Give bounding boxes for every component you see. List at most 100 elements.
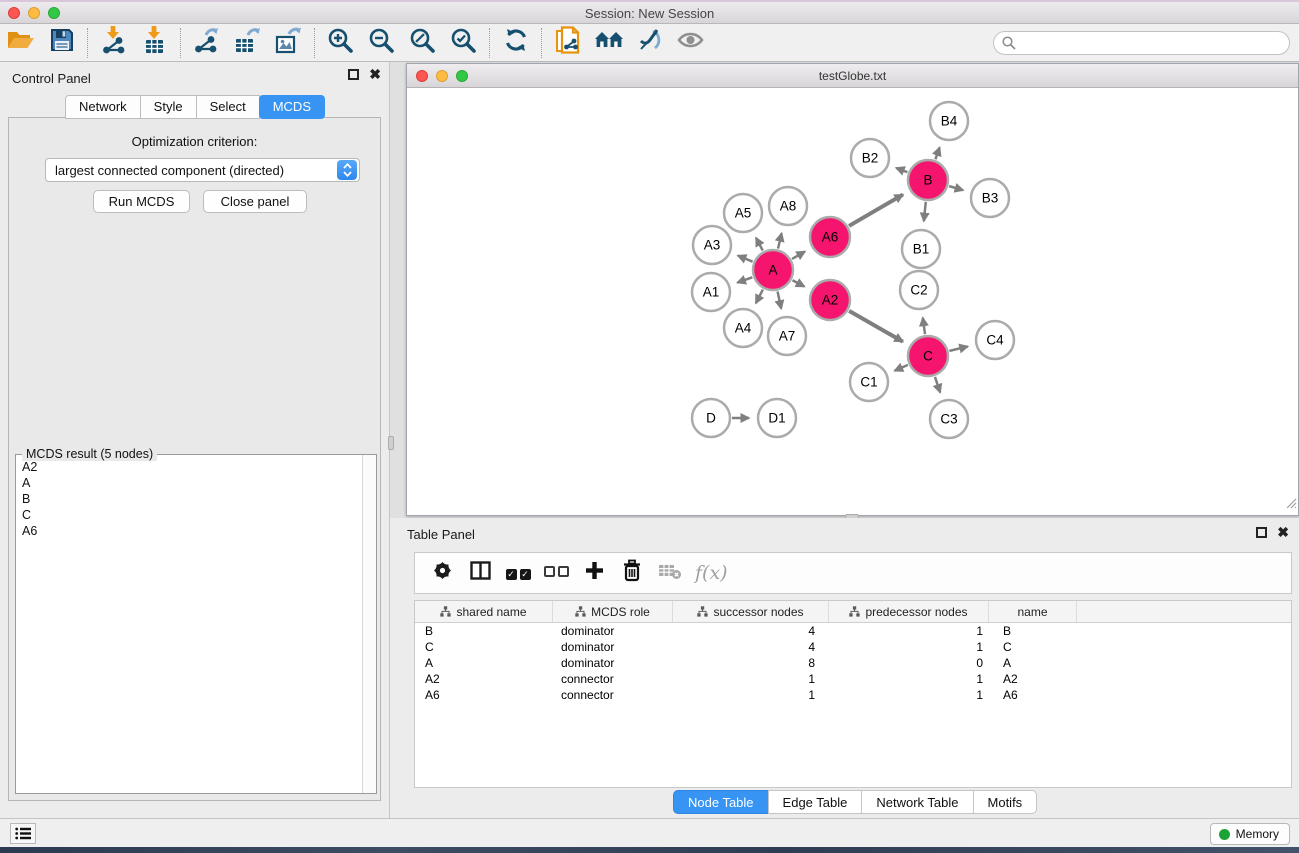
zoom-out-button[interactable] (361, 26, 402, 60)
delete-column-button[interactable] (613, 556, 651, 590)
column-header-mcds-role[interactable]: MCDS role (553, 601, 673, 622)
graph-node-B3[interactable]: B3 (971, 179, 1009, 217)
table-row[interactable]: A6connector11A6 (415, 687, 1291, 703)
hide-selected-button[interactable] (629, 26, 670, 60)
graph-edge-A2-C[interactable] (849, 311, 903, 342)
graph-node-A7[interactable]: A7 (768, 317, 806, 355)
open-session-button[interactable] (0, 26, 41, 60)
graph-edge-A-A7[interactable] (778, 292, 782, 309)
save-session-button[interactable] (41, 26, 82, 60)
graph-node-A8[interactable]: A8 (769, 187, 807, 225)
export-table-button[interactable] (227, 26, 268, 60)
graph-node-B4[interactable]: B4 (930, 102, 968, 140)
tab-select[interactable]: Select (196, 95, 260, 119)
export-image-button[interactable] (268, 26, 309, 60)
graph-node-B1[interactable]: B1 (902, 230, 940, 268)
graph-node-A3[interactable]: A3 (693, 226, 731, 264)
graph-edge-A-A8[interactable] (778, 233, 782, 248)
memory-button[interactable]: Memory (1210, 823, 1290, 845)
table-row[interactable]: A2connector11A2 (415, 671, 1291, 687)
tab-edge-table[interactable]: Edge Table (768, 790, 863, 814)
float-panel-icon[interactable] (348, 69, 359, 80)
table-row[interactable]: Adominator80A (415, 655, 1291, 671)
graph-node-D1[interactable]: D1 (758, 399, 796, 437)
task-history-button[interactable] (10, 823, 36, 844)
column-header-name[interactable]: name (989, 601, 1077, 622)
close-table-panel-icon[interactable]: ✖ (1277, 527, 1289, 538)
graph-edge-A-A6[interactable] (792, 252, 805, 259)
network-canvas[interactable]: B4 B2 B B3 A5A8A6 A3 B1 A A1 C2 A2 A4A7 C4 C C1 C3 D D1 (407, 88, 1298, 515)
graph-edge-C-C4[interactable] (949, 347, 967, 351)
export-network-button[interactable] (186, 26, 227, 60)
apply-layout-button[interactable] (495, 26, 536, 60)
graph-node-A5[interactable]: A5 (724, 194, 762, 232)
vertical-splitter-handle[interactable] (388, 436, 394, 450)
graph-edge-B-B2[interactable] (896, 168, 907, 172)
mcds-result-item[interactable]: B (16, 491, 362, 507)
mcds-result-item[interactable]: C (16, 507, 362, 523)
select-all-button[interactable]: ✓✓ (499, 556, 537, 590)
network-window-titlebar[interactable]: testGlobe.txt (407, 64, 1298, 88)
graph-edge-A-A3[interactable] (738, 256, 753, 262)
column-header-predecessor-nodes[interactable]: predecessor nodes (829, 601, 989, 622)
graph-edge-B-B1[interactable] (924, 202, 926, 221)
search-input[interactable] (993, 31, 1290, 55)
float-table-panel-icon[interactable] (1256, 527, 1267, 538)
graph-node-A1[interactable]: A1 (692, 273, 730, 311)
delete-table-button[interactable] (651, 556, 689, 590)
graph-edge-A-A5[interactable] (756, 238, 763, 251)
import-network-button[interactable] (93, 26, 134, 60)
tab-mcds[interactable]: MCDS (259, 95, 325, 119)
zoom-selected-button[interactable] (443, 26, 484, 60)
new-network-from-selection-button[interactable] (547, 26, 588, 60)
show-columns-button[interactable] (461, 556, 499, 590)
graph-node-B[interactable]: B (908, 160, 948, 200)
function-builder-button[interactable]: f(x) (695, 562, 728, 584)
create-column-button[interactable] (575, 556, 613, 590)
graph-node-B2[interactable]: B2 (851, 139, 889, 177)
import-table-button[interactable] (134, 26, 175, 60)
table-row[interactable]: Bdominator41B (415, 623, 1291, 639)
close-panel-button[interactable]: Close panel (203, 190, 307, 213)
graph-edge-B-B3[interactable] (949, 186, 963, 190)
column-header-successor-nodes[interactable]: successor nodes (673, 601, 829, 622)
window-resize-grip[interactable] (1284, 496, 1297, 514)
graph-node-A4[interactable]: A4 (724, 309, 762, 347)
graph-node-A2[interactable]: A2 (810, 280, 850, 320)
tab-motifs[interactable]: Motifs (973, 790, 1038, 814)
criterion-dropdown[interactable]: largest connected component (directed) (45, 158, 360, 182)
run-mcds-button[interactable]: Run MCDS (93, 190, 190, 213)
mcds-result-item[interactable]: A (16, 475, 362, 491)
mcds-result-item[interactable]: A2 (16, 459, 362, 475)
graph-edge-C-C1[interactable] (895, 365, 908, 371)
graph-edge-A-A4[interactable] (756, 290, 763, 304)
graph-edge-A-A1[interactable] (737, 277, 752, 282)
close-panel-icon[interactable]: ✖ (369, 69, 381, 80)
zoom-fit-button[interactable] (402, 26, 443, 60)
graph-node-C[interactable]: C (908, 336, 948, 376)
graph-edge-C-C3[interactable] (935, 377, 940, 393)
graph-edge-C-C2[interactable] (923, 318, 925, 334)
graph-node-A6[interactable]: A6 (810, 217, 850, 257)
mcds-result-scrollbar[interactable] (362, 455, 376, 793)
graph-edge-A-A2[interactable] (792, 280, 804, 286)
graph-edge-B-B4[interactable] (935, 147, 939, 159)
table-row[interactable]: Cdominator41C (415, 639, 1291, 655)
zoom-in-button[interactable] (320, 26, 361, 60)
tab-network[interactable]: Network (65, 95, 141, 119)
table-options-button[interactable] (423, 556, 461, 590)
deselect-all-button[interactable] (537, 556, 575, 590)
graph-node-C1[interactable]: C1 (850, 363, 888, 401)
first-neighbors-button[interactable] (588, 26, 629, 60)
graph-node-C3[interactable]: C3 (930, 400, 968, 438)
column-header-shared-name[interactable]: shared name (415, 601, 553, 622)
tab-network-table[interactable]: Network Table (861, 790, 973, 814)
graph-node-A[interactable]: A (753, 250, 793, 290)
graph-node-D[interactable]: D (692, 399, 730, 437)
mcds-result-item[interactable]: A6 (16, 523, 362, 539)
graph-node-C2[interactable]: C2 (900, 271, 938, 309)
tab-node-table[interactable]: Node Table (673, 790, 769, 814)
graph-edge-A6-B[interactable] (849, 195, 903, 226)
tab-style[interactable]: Style (140, 95, 197, 119)
graph-node-C4[interactable]: C4 (976, 321, 1014, 359)
